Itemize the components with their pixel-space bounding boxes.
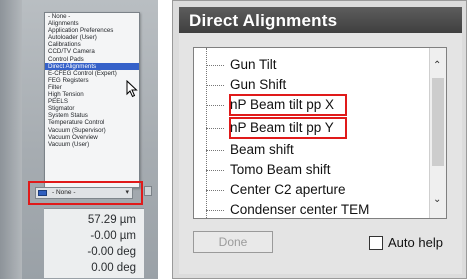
dropdown-item[interactable]: Filter [45,84,139,91]
dropdown-item[interactable]: FEG Registers [45,77,139,84]
dropdown-item[interactable]: Control Pads [45,56,139,63]
tree-connector [206,65,224,66]
chevron-up-icon[interactable]: ⌃ [433,60,441,71]
mouse-pointer-icon [126,80,138,98]
dropdown-item[interactable]: Temperature Control [45,119,139,126]
tree-connector [206,210,224,211]
auto-help-label: Auto help [388,235,443,250]
dropdown-item[interactable]: Vacuum Overview [45,134,139,141]
dropdown-item[interactable]: PEELS [45,98,139,105]
chevron-down-icon[interactable]: ▾ [125,188,129,196]
tree-connector [206,150,224,151]
tree-scrollbar[interactable]: ⌃ ⌄ [429,48,446,218]
dropdown-item[interactable]: Application Preferences [45,27,139,34]
dialog-title-bar: Direct Alignments [179,7,462,33]
dropdown-item-selected[interactable]: Direct Alignments [45,62,139,70]
tree-item-label: nP Beam tilt pp Y [230,120,334,135]
tree-connector [206,105,224,106]
chevron-down-icon[interactable]: ⌄ [433,194,441,205]
dropdown-item[interactable]: - None - [45,13,139,20]
dropdown-item[interactable]: High Tension [45,91,139,98]
dropdown-photo-panel: - None - Alignments Application Preferen… [0,0,158,279]
monitor-bezel [0,0,22,279]
readout-panel: 57.29 µm -0.00 µm -0.00 deg 0.00 deg [44,208,144,278]
tree-item-label: Center C2 aperture [230,182,346,197]
auto-help-toggle[interactable]: Auto help [369,235,459,253]
dropdown-item[interactable]: CCD/TV Camera [45,48,139,55]
tree-item-gun-shift[interactable]: Gun Shift [194,76,430,96]
tree-item-label: Beam shift [230,142,294,157]
select-bar-highlight: - None - ▾ [28,181,143,205]
tree-connector [206,190,224,191]
control-panel-dropdown-list[interactable]: - None - Alignments Application Preferen… [44,12,140,188]
tree-item-label: Gun Tilt [230,57,277,72]
tree-connector [206,128,224,129]
done-button[interactable]: Done [193,231,273,253]
scroll-thumb[interactable] [432,78,444,166]
select-current-value: - None - [52,189,76,196]
panel-icon [38,190,47,196]
tree-item-tomo-beam-shift[interactable]: Tomo Beam shift [194,161,430,181]
tree-item-beam-shift[interactable]: Beam shift [194,141,430,161]
tree-item-label: Gun Shift [230,77,287,92]
tree-item-condenser-center-tem[interactable]: Condenser center TEM [194,201,430,218]
control-panel-select[interactable]: - None - ▾ [35,187,133,199]
tree-item-label: Tomo Beam shift [230,162,331,177]
tree-item-np-beam-tilt-pp-x[interactable]: nP Beam tilt pp X [194,94,430,116]
dropdown-item[interactable]: Autoloader (User) [45,34,139,41]
readout-value: 0.00 deg [91,262,136,274]
dropdown-item[interactable]: Stigmator [45,105,139,112]
tree-item-label: Condenser center TEM [230,202,370,217]
tree-item-center-c2-aperture[interactable]: Center C2 aperture [194,181,430,201]
dropdown-item[interactable]: Alignments [45,20,139,27]
dropdown-item[interactable]: Vacuum (Supervisor) [45,127,139,134]
readout-value: -0.00 deg [87,246,136,258]
dialog-content: Gun Tilt Gun Shift nP Beam tilt pp X nP … [179,33,462,274]
auto-help-checkbox[interactable] [369,236,383,250]
tree-item-label: nP Beam tilt pp X [230,97,335,112]
readout-value: -0.00 µm [90,230,136,242]
dropdown-item[interactable]: E-CFEG Control (Expert) [45,70,139,77]
tree-connector [206,85,224,86]
dropdown-item[interactable]: Calibrations [45,41,139,48]
dropdown-item[interactable]: Vacuum (User) [45,141,139,148]
alignment-tree[interactable]: Gun Tilt Gun Shift nP Beam tilt pp X nP … [193,47,447,219]
side-button[interactable] [144,186,152,196]
tree-item-gun-tilt[interactable]: Gun Tilt [194,56,430,76]
tree-connector [206,170,224,171]
direct-alignments-dialog: Direct Alignments Gun Tilt Gun Shift nP … [172,0,467,279]
dialog-title: Direct Alignments [189,11,338,30]
readout-value: 57.29 µm [87,214,136,226]
dropdown-item[interactable]: System Status [45,112,139,119]
tree-item-np-beam-tilt-pp-y[interactable]: nP Beam tilt pp Y [194,117,430,139]
